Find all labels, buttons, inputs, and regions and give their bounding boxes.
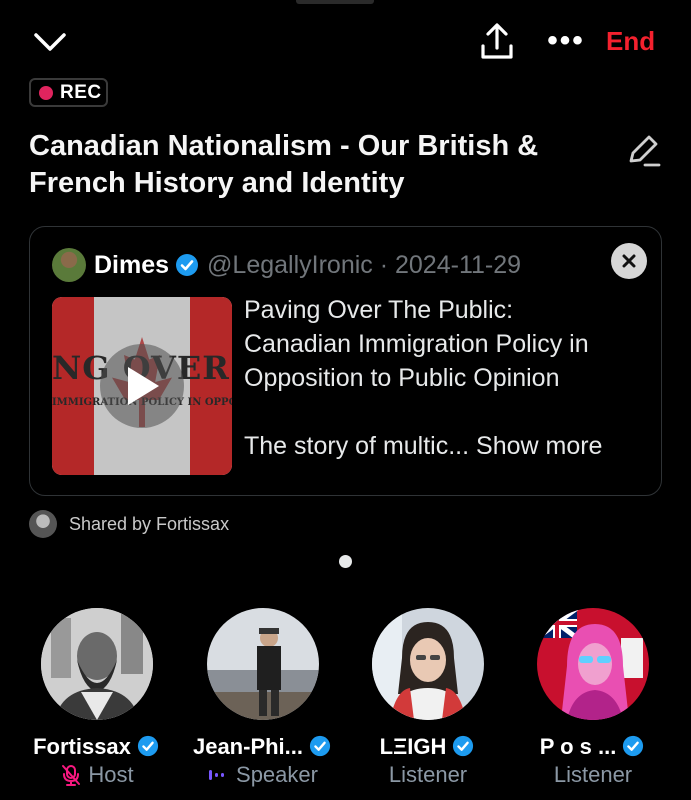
participant-role: Host: [12, 762, 182, 788]
top-bar: ••• End: [0, 18, 691, 64]
verified-icon: [452, 735, 476, 759]
participant[interactable]: Fortissax Host: [12, 608, 182, 788]
shared-by-label: Shared by Fortissax: [69, 513, 230, 534]
author-name[interactable]: Dimes: [94, 251, 169, 280]
show-more-link[interactable]: Show more: [476, 432, 602, 460]
audio-icon: [208, 767, 230, 783]
rec-dot: [39, 85, 53, 100]
participant-name: Fortissax: [12, 734, 182, 760]
post-header: Dimes @LegallyIronic · 2024-11-29: [52, 247, 521, 283]
avatar[interactable]: [207, 608, 319, 720]
drag-handle[interactable]: [296, 0, 374, 4]
participant-role: Speaker: [178, 762, 348, 788]
chevron-down-icon[interactable]: [30, 22, 70, 62]
participant[interactable]: LΞIGH Listener: [343, 608, 513, 788]
shared-by: Shared by Fortissax: [29, 509, 229, 539]
participant-role: Listener: [553, 762, 633, 787]
verified-icon: [175, 253, 199, 277]
end-button[interactable]: End: [606, 24, 676, 58]
avatar[interactable]: [41, 608, 153, 720]
verified-icon: [309, 735, 333, 759]
author-handle-date: @LegallyIronic · 2024-11-29: [207, 250, 522, 279]
mic-off-icon: [60, 764, 82, 786]
page-indicator: [339, 555, 352, 568]
participant[interactable]: Jean-Phi... Speaker: [178, 608, 348, 788]
edit-icon[interactable]: [622, 130, 664, 172]
close-icon[interactable]: [611, 243, 647, 279]
participant[interactable]: P o s ... Listener: [508, 608, 678, 788]
more-icon[interactable]: •••: [546, 24, 586, 58]
rec-label: REC: [60, 81, 102, 103]
participant-role: Listener: [388, 762, 468, 787]
post-text-line: Canadian Immigration Policy in: [244, 330, 589, 358]
recording-badge: REC: [29, 78, 108, 107]
shared-post-card[interactable]: Dimes @LegallyIronic · 2024-11-29 NG OVE…: [29, 226, 662, 496]
post-snippet: The story of multic...: [244, 432, 477, 460]
participant-name: Jean-Phi...: [178, 734, 348, 760]
share-icon[interactable]: [476, 20, 518, 62]
avatar[interactable]: [52, 248, 86, 282]
avatar[interactable]: [537, 608, 649, 720]
space-panel: ••• End REC Canadian Nationalism - Our B…: [0, 0, 691, 800]
post-text-line: Paving Over The Public:: [244, 296, 514, 324]
participant-name: LΞIGH: [343, 734, 513, 760]
video-thumbnail[interactable]: NG OVER THE PU IMMIGRATION POLICY IN OPP…: [52, 297, 232, 475]
verified-icon: [137, 735, 161, 759]
play-icon[interactable]: [100, 344, 184, 428]
participants-list: Fortissax Host Jean-Phi... Speaker LΞIGH…: [0, 608, 691, 800]
verified-icon: [622, 735, 646, 759]
space-title: Canadian Nationalism - Our British & Fre…: [29, 130, 539, 199]
participant-name: P o s ...: [508, 734, 678, 760]
avatar: [29, 510, 57, 538]
avatar[interactable]: [372, 608, 484, 720]
post-text-line: Opposition to Public Opinion: [244, 364, 560, 392]
post-text: Paving Over The Public: Canadian Immigra…: [244, 293, 644, 463]
